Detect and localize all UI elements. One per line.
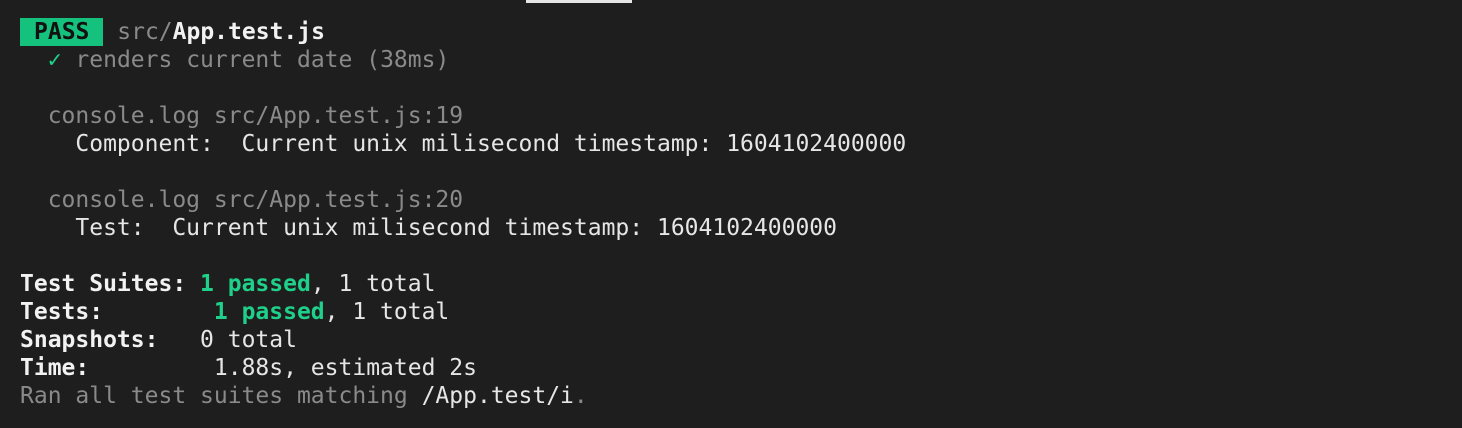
pass-badge: PASS — [20, 18, 104, 46]
summary-value: 1.88s, estimated 2s — [213, 355, 477, 381]
console-log-source: console.log src/App.test.js:20 — [20, 186, 463, 214]
summary-label: Test Suites: — [20, 271, 187, 297]
log-source-text: console.log src/App.test.js:20 — [47, 187, 464, 213]
console-log-message: Test: Current unix milisecond timestamp:… — [20, 214, 837, 242]
ran-suffix: . — [573, 383, 588, 409]
test-result-line: ✓ renders current date (38ms) — [20, 46, 450, 74]
terminal-window: PASS src/App.test.js ✓ renders current d… — [0, 0, 1462, 428]
ran-all-suites-line: Ran all test suites matching /App.test/i… — [20, 382, 588, 410]
summary-total: , 1 total — [310, 271, 436, 297]
summary-value: 0 total — [200, 327, 297, 353]
test-name: renders current date — [75, 47, 353, 73]
file-path-prefix: src/ — [117, 19, 173, 45]
summary-snapshots: Snapshots: 0 total — [20, 326, 297, 354]
log-message-text: Test: Current unix milisecond timestamp:… — [75, 215, 837, 241]
summary-time: Time: 1.88s, estimated 2s — [20, 354, 477, 382]
test-duration: (38ms) — [366, 47, 450, 73]
summary-label: Time: — [20, 355, 90, 381]
summary-label: Snapshots: — [20, 327, 159, 353]
file-name: App.test.js — [172, 19, 325, 45]
log-message-text: Component: Current unix milisecond times… — [75, 131, 907, 157]
summary-test-suites: Test Suites: 1 passed, 1 total — [20, 270, 435, 298]
console-log-message: Component: Current unix milisecond times… — [20, 130, 906, 158]
test-file-header: PASS src/App.test.js — [20, 18, 325, 46]
log-source-text: console.log src/App.test.js:19 — [47, 103, 464, 129]
summary-passed: 1 passed — [200, 271, 311, 297]
summary-label: Tests: — [20, 299, 104, 325]
selection-marker — [526, 0, 632, 3]
summary-passed: 1 passed — [213, 299, 325, 325]
summary-tests: Tests: 1 passed, 1 total — [20, 298, 449, 326]
check-mark-icon: ✓ — [47, 47, 62, 73]
console-log-source: console.log src/App.test.js:19 — [20, 102, 463, 130]
ran-pattern: /App.test/i — [421, 383, 574, 409]
summary-total: , 1 total — [324, 299, 450, 325]
ran-prefix: Ran all test suites matching — [20, 383, 422, 409]
